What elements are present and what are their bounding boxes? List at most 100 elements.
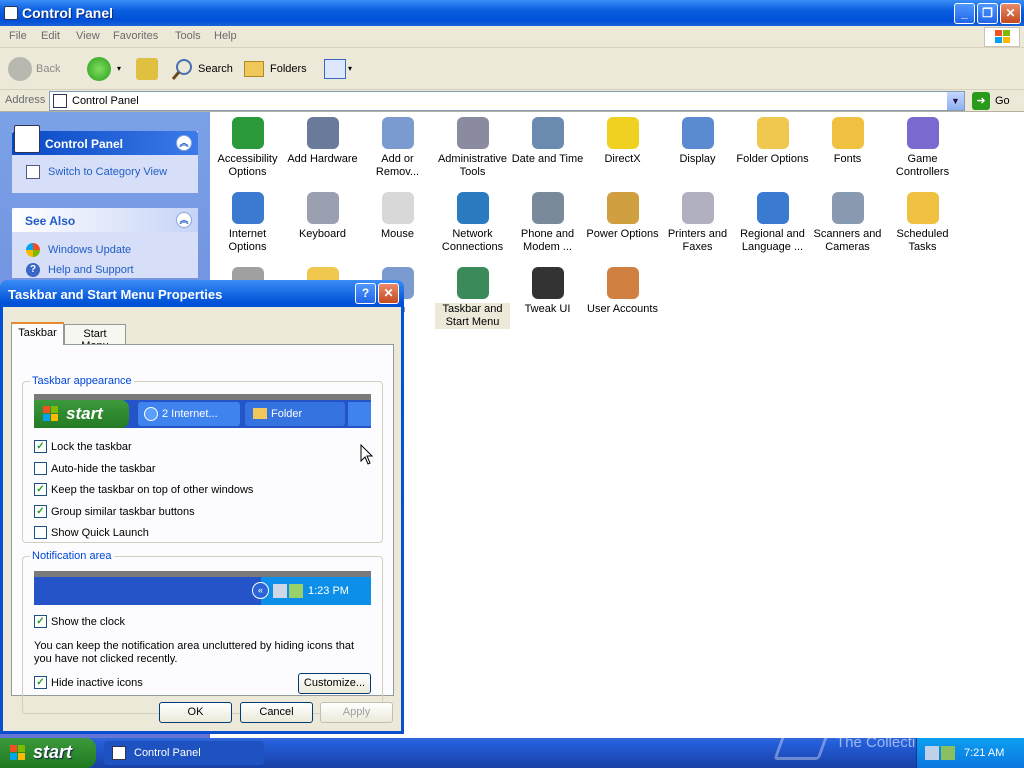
back-button[interactable]: Back — [8, 57, 78, 81]
menu-tools[interactable]: Tools — [175, 30, 201, 42]
notification-preview: « 1:23 PM — [34, 571, 371, 605]
control-panel-item[interactable]: Mouse — [360, 192, 435, 241]
control-panel-item[interactable]: Fonts — [810, 117, 885, 166]
control-panel-item[interactable]: Tweak UI — [510, 267, 585, 316]
dialog-help-button[interactable]: ? — [355, 283, 376, 304]
help-support-link[interactable]: Help and Support — [48, 264, 134, 276]
control-panel-item[interactable]: Date and Time — [510, 117, 585, 166]
clock[interactable]: 7:21 AM — [964, 747, 1004, 759]
control-panel-item[interactable]: Network Connections — [435, 192, 510, 254]
preview-start-label: start — [66, 404, 103, 423]
folders-button[interactable]: Folders — [244, 57, 310, 81]
dialog-close-button[interactable]: ✕ — [378, 283, 399, 304]
notification-area-group: Notification area « 1:23 PM ✓ Show the c… — [22, 550, 383, 714]
control-panel-item[interactable]: Printers and Faxes — [660, 192, 735, 254]
preview-folder-label: Folder — [271, 408, 303, 420]
menu-favorites[interactable]: Favorites — [113, 30, 158, 42]
tray-icon[interactable] — [925, 746, 939, 760]
cancel-button[interactable]: Cancel — [240, 702, 313, 723]
search-label: Search — [198, 63, 233, 75]
collapse-icon[interactable]: ︽ — [176, 135, 192, 151]
address-input[interactable]: Control Panel ▼ — [49, 91, 965, 111]
close-button[interactable]: ✕ — [1000, 3, 1021, 24]
control-panel-item-label: Administrative Tools — [437, 153, 508, 178]
tab-taskbar[interactable]: Taskbar — [11, 322, 64, 345]
hide-inactive-checkbox[interactable]: ✓ — [34, 676, 47, 689]
see-also-header[interactable]: See Also ︽ — [12, 208, 198, 232]
notification-area-title: Notification area — [30, 550, 114, 562]
control-panel-item[interactable]: User Accounts — [585, 267, 660, 316]
properties-dialog: Taskbar and Start Menu Properties ? ✕ Ta… — [0, 280, 404, 734]
menu-help[interactable]: Help — [214, 30, 237, 42]
control-panel-item[interactable]: Regional and Language ... — [735, 192, 810, 254]
preview-tray: « 1:23 PM — [252, 577, 371, 605]
power-icon — [606, 192, 639, 224]
control-panel-item[interactable]: Accessibility Options — [210, 117, 285, 179]
taskbar-option-checkbox[interactable] — [34, 461, 47, 475]
restore-button[interactable]: ❐ — [977, 3, 998, 24]
customize-button[interactable]: Customize... — [298, 673, 371, 694]
taskbar-option-checkbox[interactable] — [34, 526, 47, 539]
control-panel-box-header[interactable]: Control Panel ︽ — [12, 125, 198, 155]
taskbar-option-checkbox[interactable]: ✓ — [34, 483, 47, 496]
preview-folder-button: Folder — [245, 402, 345, 426]
up-folder-icon[interactable] — [136, 58, 158, 80]
forward-dropdown-icon[interactable]: ▾ — [117, 64, 121, 73]
control-panel-item[interactable]: Folder Options — [735, 117, 810, 166]
add-hardware-icon — [306, 117, 339, 149]
ie-icon — [144, 407, 158, 421]
menu-edit[interactable]: Edit — [41, 30, 60, 42]
control-panel-item[interactable]: Add Hardware — [285, 117, 360, 166]
control-panel-item[interactable]: Phone and Modem ... — [510, 192, 585, 254]
folder-icon — [253, 408, 267, 419]
taskbar-option-checkbox[interactable]: ✓ — [34, 440, 47, 453]
tab-start-menu[interactable]: Start Menu — [64, 324, 126, 352]
control-panel-item[interactable]: Power Options — [585, 192, 660, 241]
control-panel-item[interactable]: DirectX — [585, 117, 660, 166]
taskbar-option-label: Keep the taskbar on top of other windows — [51, 484, 254, 496]
regional-icon — [756, 192, 789, 224]
start-button[interactable]: start — [0, 738, 96, 768]
menu-file[interactable]: File — [9, 30, 27, 42]
switch-category-view-link[interactable]: Switch to Category View — [48, 166, 167, 178]
taskbar-button-control-panel[interactable]: Control Panel — [104, 741, 264, 765]
search-button[interactable]: Search — [171, 57, 233, 81]
views-icon[interactable] — [324, 59, 346, 79]
help-icon: ? — [26, 263, 40, 277]
control-panel-item-label: Scheduled Tasks — [896, 228, 949, 253]
control-panel-item[interactable]: Display — [660, 117, 735, 166]
ok-button[interactable]: OK — [159, 702, 232, 723]
tray-icon[interactable] — [941, 746, 955, 760]
address-label: Address — [5, 94, 46, 106]
taskbar-option-checkbox[interactable]: ✓ — [34, 504, 47, 518]
control-panel-item[interactable]: Internet Options — [210, 192, 285, 254]
control-panel-item[interactable]: Scheduled Tasks — [885, 192, 960, 254]
control-panel-item[interactable]: Game Controllers — [885, 117, 960, 179]
control-panel-item[interactable]: Keyboard — [285, 192, 360, 241]
control-panel-item[interactable]: Scanners and Cameras — [810, 192, 885, 254]
network-icon — [456, 192, 489, 224]
windows-update-link[interactable]: Windows Update — [48, 244, 131, 256]
minimize-button[interactable]: _ — [954, 3, 975, 24]
control-panel-item-label: Display — [679, 153, 716, 165]
see-also-box: See Also ︽ Windows Update ? Help and Sup… — [12, 208, 198, 278]
menu-view[interactable]: View — [76, 30, 100, 42]
taskbar-appearance-group: Taskbar appearance start 2 Internet... F… — [22, 375, 383, 543]
preview-internet-label: 2 Internet... — [162, 408, 218, 420]
control-panel-item[interactable]: Taskbar and Start Menu — [435, 267, 510, 329]
show-clock-checkbox[interactable]: ✓ — [34, 615, 47, 628]
forward-button[interactable] — [87, 57, 111, 81]
views-dropdown-icon[interactable]: ▾ — [348, 64, 352, 73]
collapse-icon[interactable]: ︽ — [176, 212, 192, 228]
control-panel-item[interactable]: Add or Remov... — [360, 117, 435, 179]
control-panel-item-label: Fonts — [833, 153, 862, 165]
control-panel-item-label: Tweak UI — [524, 303, 571, 315]
address-dropdown-icon[interactable]: ▼ — [947, 92, 964, 110]
control-panel-item-label: Taskbar and Start Menu — [435, 303, 510, 329]
control-panel-icon — [4, 6, 18, 20]
keyboard-icon — [306, 192, 339, 224]
go-button[interactable]: ➜ Go — [972, 91, 1020, 111]
control-panel-item[interactable]: Administrative Tools — [435, 117, 510, 179]
control-panel-item-label: Network Connections — [441, 228, 504, 253]
windows-flag-icon — [10, 745, 25, 760]
